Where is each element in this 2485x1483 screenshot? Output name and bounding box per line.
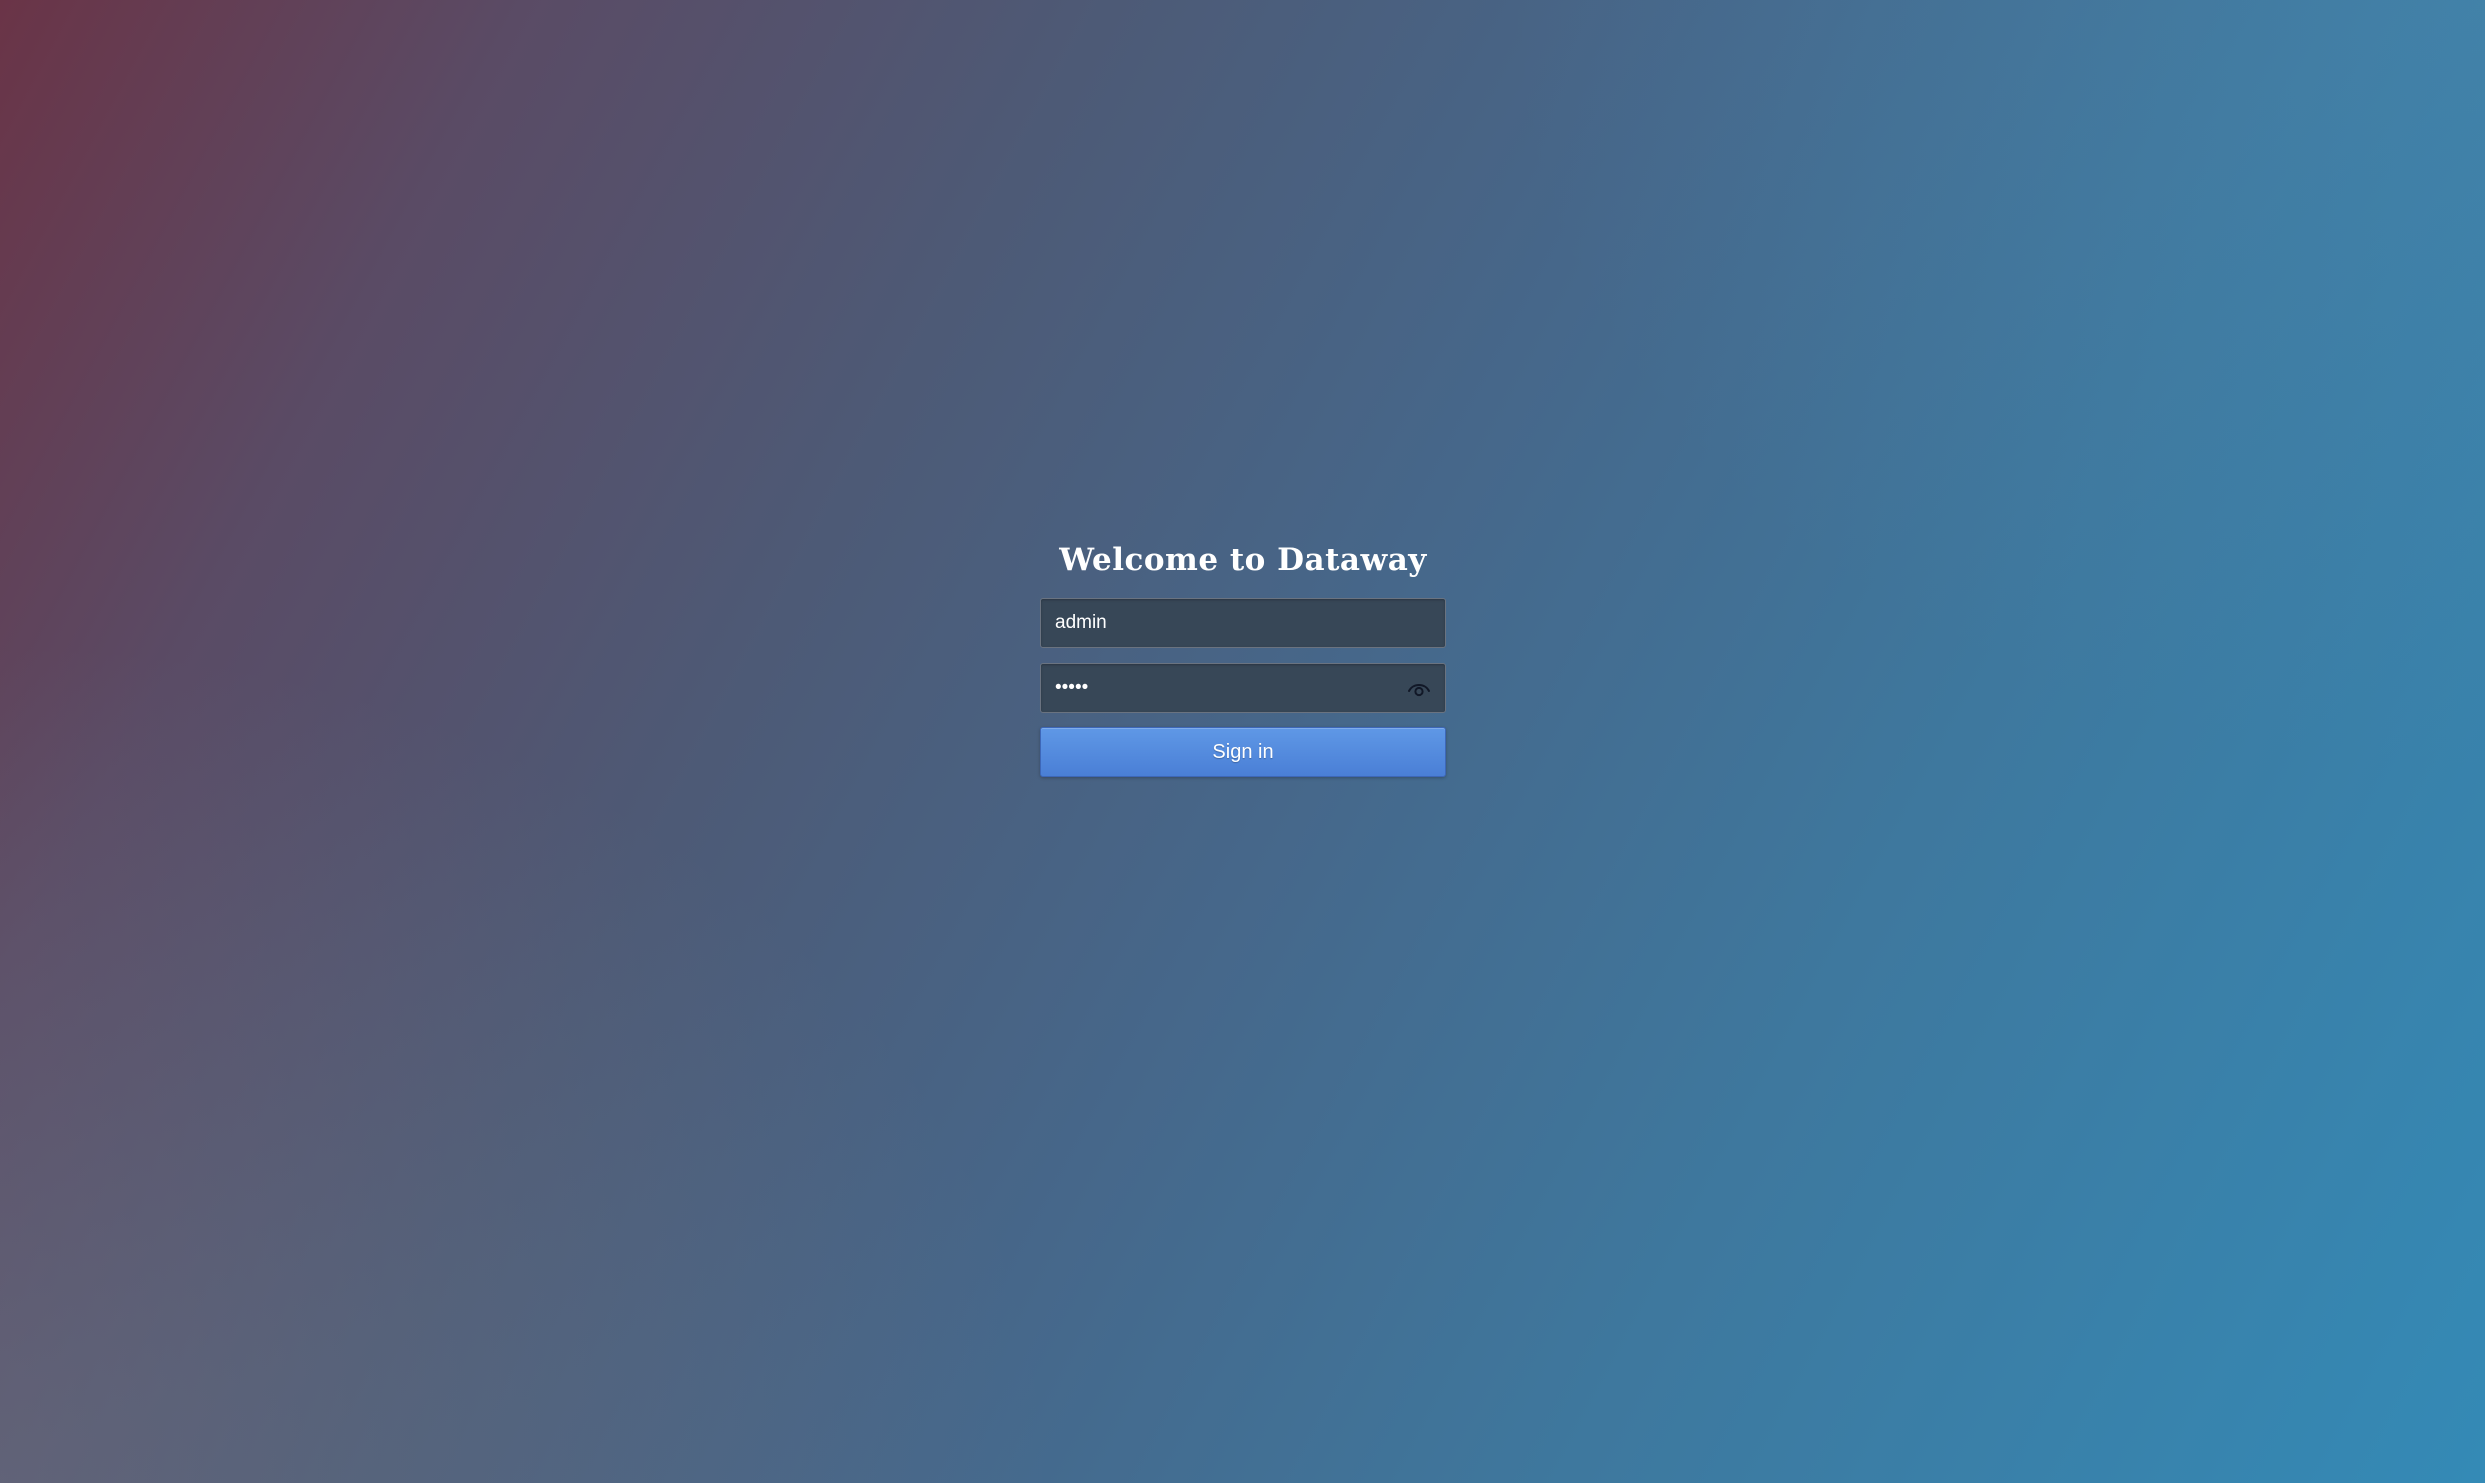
sign-in-button[interactable]: Sign in — [1040, 727, 1446, 777]
eye-icon[interactable] — [1407, 678, 1431, 700]
username-input[interactable] — [1041, 599, 1445, 647]
username-field[interactable] — [1040, 598, 1446, 648]
password-input[interactable] — [1041, 664, 1445, 712]
password-field[interactable] — [1040, 663, 1446, 713]
welcome-title: Welcome to Dataway — [1059, 542, 1427, 578]
